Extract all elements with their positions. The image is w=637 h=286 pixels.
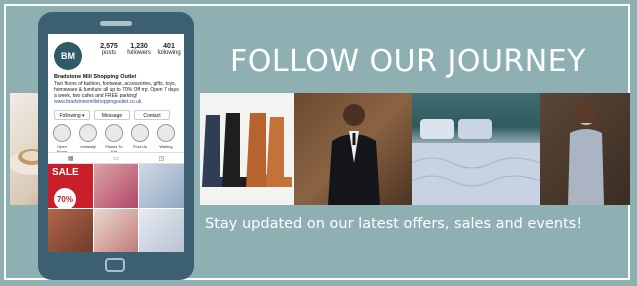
post-furniture[interactable]: [48, 208, 93, 252]
profile-name: Bradstone Mill Shopping Outlet: [54, 74, 137, 80]
tagged-icon[interactable]: ◳: [158, 155, 164, 162]
posts-stat: 2,575 posts: [94, 43, 124, 56]
highlight-places-to-eat[interactable]: Places To Eat: [104, 124, 124, 154]
boots-photo: [200, 93, 294, 205]
highlight-find-us[interactable]: Find Us: [130, 124, 150, 149]
banner-subline: Stay updated on our latest offers, sales…: [205, 216, 583, 232]
following-label: following: [157, 50, 181, 56]
post-grid: SALE 70%: [48, 164, 184, 252]
followers-label: followers: [127, 50, 151, 56]
posts-label: posts: [101, 50, 117, 56]
phone-mockup: BM 2,575 posts 1,230 followers 401 follo…: [38, 12, 194, 280]
home-button: [105, 258, 125, 272]
followers-stat[interactable]: 1,230 followers: [124, 43, 154, 56]
highlight-open-hours[interactable]: Open Hours: [52, 124, 72, 154]
percent-badge: 70%: [54, 188, 76, 210]
highlight-unfamily[interactable]: Unfamily: [78, 124, 98, 149]
avatar[interactable]: BM: [54, 42, 82, 70]
tv-icon[interactable]: ▭: [113, 155, 119, 162]
contact-button[interactable]: Contact: [134, 110, 170, 120]
banner-headline: FOLLOW OUR JOURNEY: [230, 44, 586, 79]
highlight-label: Find Us: [133, 144, 147, 149]
post-homeware[interactable]: [139, 208, 184, 252]
sale-text: SALE: [52, 167, 79, 178]
grid-icon[interactable]: ▦: [68, 155, 74, 162]
bio-text: Two floors of fashion, footwear, accesso…: [54, 81, 179, 99]
highlight-label: Waiting: [159, 144, 173, 149]
following-button[interactable]: Following ▾: [54, 110, 90, 120]
following-count: 401: [163, 43, 175, 50]
instagram-profile-screen: BM 2,575 posts 1,230 followers 401 follo…: [48, 34, 184, 252]
bedding-photo: [412, 93, 540, 205]
posts-count: 2,575: [100, 43, 118, 50]
message-button[interactable]: Message: [94, 110, 130, 120]
post-handbags[interactable]: [93, 164, 139, 208]
profile-tab-bar: ▦ ▭ ◳: [48, 152, 184, 164]
profile-bio: Two floors of fashion, footwear, accesso…: [54, 81, 180, 105]
bio-link[interactable]: www.bradstonemillshoppingoutlet.co.uk: [54, 99, 142, 105]
post-sale[interactable]: SALE 70%: [48, 164, 93, 210]
following-stat[interactable]: 401 following: [154, 43, 184, 56]
highlight-waiting[interactable]: Waiting: [156, 124, 176, 149]
phone-speaker: [100, 21, 132, 26]
woman-cardigan-photo: [540, 93, 630, 205]
post-gifts[interactable]: [93, 208, 139, 252]
suited-man-photo: [294, 93, 412, 205]
highlight-label: Unfamily: [80, 144, 96, 149]
banner: FOLLOW OUR JOURNEY Stay updated on our l…: [0, 0, 637, 286]
followers-count: 1,230: [130, 43, 148, 50]
post-kitchen[interactable]: [139, 164, 184, 208]
